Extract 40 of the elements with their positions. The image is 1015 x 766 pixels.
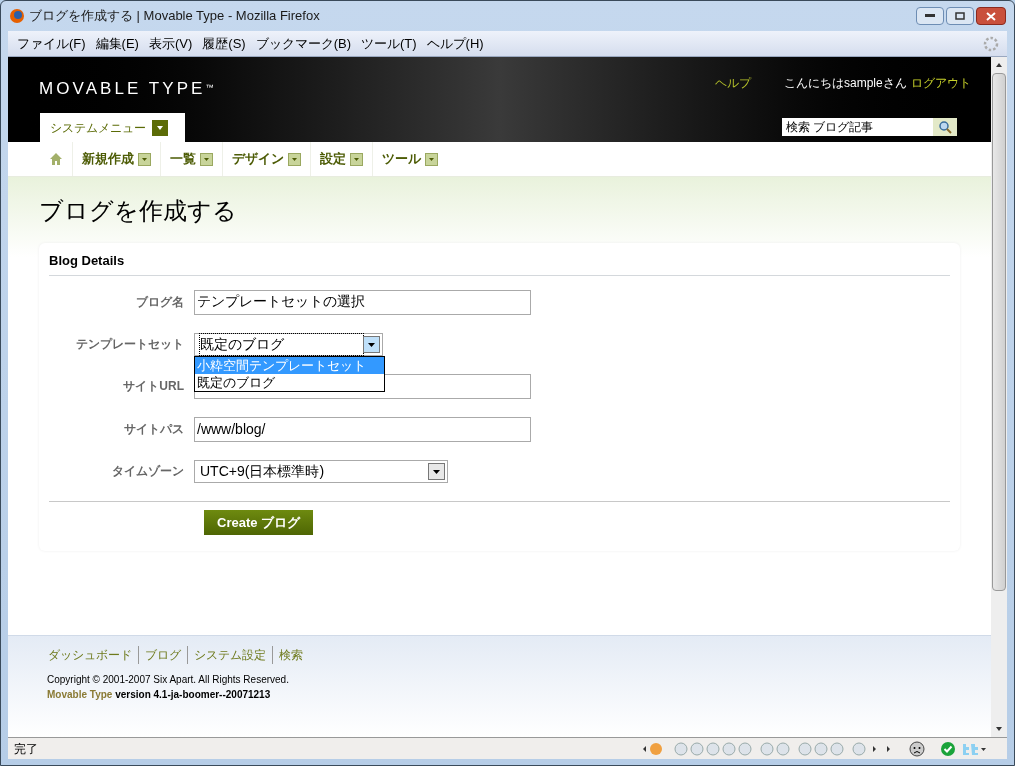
- footer-link[interactable]: 検索: [272, 646, 309, 664]
- field-label: サイトパス: [123, 421, 185, 438]
- dropdown-field[interactable]: UTC+9(日本標準時): [194, 459, 448, 483]
- nav-menu-item[interactable]: ツール: [372, 142, 447, 176]
- trademark-mark: ™: [205, 83, 214, 92]
- field-label: タイムゾーン: [111, 463, 185, 480]
- version-text: Movable Type version 4.1-ja-boomer--20071213: [47, 688, 272, 702]
- footer-link[interactable]: ブログ: [138, 646, 187, 664]
- menu-item[interactable]: ヘルプ(H): [421, 33, 489, 54]
- dropdown-field[interactable]: 既定のブログ: [194, 332, 383, 356]
- page-title: ブログを作成する: [39, 196, 238, 226]
- menu-item[interactable]: ファイル(F): [12, 33, 91, 54]
- menu-item[interactable]: ツール(T): [356, 33, 422, 54]
- window-title: ブログを作成する | Movable Type - Mozilla Firefox: [29, 7, 320, 26]
- text-field[interactable]: /www/blog/: [194, 416, 531, 442]
- nav-menu-item[interactable]: 一覧: [160, 142, 222, 176]
- menu-item[interactable]: 編集(E): [90, 33, 144, 54]
- logout-link[interactable]: ログアウト: [910, 74, 971, 92]
- field-label: ブログ名: [135, 294, 185, 311]
- status-bar: 完了: [8, 737, 1007, 759]
- product-link[interactable]: Movable Type: [47, 689, 113, 700]
- field-label: テンプレートセット: [75, 336, 185, 353]
- field-label: サイトURL: [122, 378, 185, 395]
- footer-link[interactable]: システム設定: [187, 646, 272, 664]
- nav-menu-item[interactable]: 新規作成: [72, 142, 160, 176]
- copyright-text: Copyright © 2001-2007 Six Apart. All Rights Reserved.: [47, 673, 290, 687]
- text-field[interactable]: テンプレートセットの選択: [194, 289, 531, 315]
- nav-menu-item[interactable]: デザイン: [222, 142, 310, 176]
- menu-item[interactable]: 表示(V): [143, 33, 198, 54]
- menu-item[interactable]: ブックマーク(B): [250, 33, 356, 54]
- search-field[interactable]: 検索 ブログ記事: [782, 118, 957, 136]
- help-link[interactable]: ヘルプ: [715, 74, 751, 92]
- greeting-text: こんにちはsampleさん: [784, 75, 907, 92]
- footer-link[interactable]: ダッシュボード: [42, 646, 138, 664]
- system-menu-tab[interactable]: システムメニュー: [40, 113, 185, 142]
- nav-menu-item[interactable]: 設定: [310, 142, 372, 176]
- product-logo: MOVABLE TYPE$^{™}$: [39, 78, 214, 100]
- create-blog-button[interactable]: Create ブログ: [204, 509, 314, 535]
- menu-item[interactable]: 履歴(S): [197, 33, 251, 54]
- panel-title: Blog Details: [49, 251, 950, 276]
